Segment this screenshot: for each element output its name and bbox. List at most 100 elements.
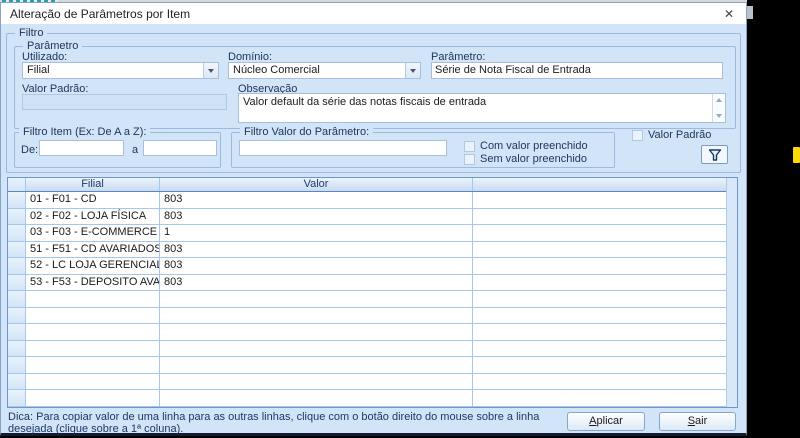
observacao-scrollbar[interactable] xyxy=(712,94,725,122)
table-row[interactable] xyxy=(8,324,737,341)
dominio-value: Núcleo Comercial xyxy=(233,64,403,76)
table-row[interactable] xyxy=(8,308,737,325)
filial-cell xyxy=(26,374,160,390)
row-selector-cell[interactable] xyxy=(8,341,26,357)
valor-cell: 1 xyxy=(160,225,473,241)
checkbox-label: Valor Padrão xyxy=(648,129,711,141)
valor-cell xyxy=(160,324,473,340)
filial-cell: 52 - LC LOJA GERENCIAL xyxy=(26,258,160,274)
table-row[interactable]: 53 - F53 - DEPOSITO AVARIADOS803 xyxy=(8,275,737,292)
row-selector-cell[interactable] xyxy=(8,192,26,208)
dominio-combobox[interactable]: Núcleo Comercial xyxy=(228,62,421,79)
aplicar-accelerator: A xyxy=(589,415,596,427)
extra-cell xyxy=(473,209,737,225)
filial-cell xyxy=(26,308,160,324)
extra-cell xyxy=(473,390,737,406)
filtro-valor-input[interactable] xyxy=(239,140,447,156)
valor-cell xyxy=(160,390,473,406)
filtro-item-a-input[interactable] xyxy=(143,140,217,156)
row-selector-cell[interactable] xyxy=(8,390,26,406)
checkbox-box[interactable] xyxy=(464,154,475,165)
table-row[interactable]: 01 - F01 - CD803 xyxy=(8,192,737,209)
valor-cell: 803 xyxy=(160,275,473,291)
dialog-title: Alteração de Parâmetros por Item xyxy=(10,7,190,21)
filial-cell: 01 - F01 - CD xyxy=(26,192,160,208)
scroll-up-icon[interactable] xyxy=(716,98,722,102)
extra-cell xyxy=(473,242,737,258)
filial-cell xyxy=(26,291,160,307)
row-selector-cell[interactable] xyxy=(8,291,26,307)
filial-cell xyxy=(26,324,160,340)
filtro-valor-groupbox-label: Filtro Valor do Parâmetro: xyxy=(240,126,373,138)
table-row[interactable] xyxy=(8,374,737,391)
extra-cell xyxy=(473,341,737,357)
filter-funnel-icon xyxy=(708,148,722,162)
chevron-down-icon[interactable] xyxy=(405,63,420,78)
utilizado-combobox[interactable]: Filial xyxy=(22,62,219,79)
a-label: a xyxy=(132,144,138,156)
table-row[interactable] xyxy=(8,390,737,407)
aplicar-button[interactable]: Aplicar xyxy=(567,412,645,431)
table-vertical-scrollbar[interactable] xyxy=(726,178,737,407)
apply-filter-button[interactable] xyxy=(701,145,728,164)
filtro-groupbox-label: Filtro xyxy=(15,27,47,39)
filial-cell: 03 - F03 - E-COMMERCE xyxy=(26,225,160,241)
valor-column-header[interactable]: Valor xyxy=(160,178,473,191)
table-row[interactable]: 52 - LC LOJA GERENCIAL803 xyxy=(8,258,737,275)
table-row[interactable]: 02 - F02 - LOJA FÍSICA803 xyxy=(8,209,737,226)
table-row[interactable] xyxy=(8,291,737,308)
filial-cell xyxy=(26,357,160,373)
row-selector-cell[interactable] xyxy=(8,209,26,225)
row-selector-cell[interactable] xyxy=(8,374,26,390)
valor-padrao-checkbox[interactable]: Valor Padrão xyxy=(632,130,732,141)
scroll-down-icon[interactable] xyxy=(716,114,722,118)
observacao-textarea[interactable]: Valor default da série das notas fiscais… xyxy=(238,93,726,123)
filtro-item-de-input[interactable] xyxy=(39,140,124,156)
extra-column-header xyxy=(473,178,737,191)
valor-cell xyxy=(160,374,473,390)
parameters-table[interactable]: Filial Valor 01 - F01 - CD80302 - F02 - … xyxy=(7,177,738,408)
sem-valor-preenchido-checkbox[interactable]: Sem valor preenchido xyxy=(464,154,604,165)
yellow-marker xyxy=(793,147,800,163)
checkbox-box[interactable] xyxy=(464,141,475,152)
row-selector-cell[interactable] xyxy=(8,225,26,241)
hint-text: Dica: Para copiar valor de uma linha par… xyxy=(8,411,564,435)
row-selector-cell[interactable] xyxy=(8,308,26,324)
checkbox-box[interactable] xyxy=(632,130,643,141)
extra-cell xyxy=(473,357,737,373)
valor-cell xyxy=(160,341,473,357)
checkbox-label: Sem valor preenchido xyxy=(480,153,587,165)
parametro-field[interactable]: Série de Nota Fiscal de Entrada xyxy=(431,62,723,79)
extra-cell xyxy=(473,192,737,208)
filial-cell: 53 - F53 - DEPOSITO AVARIADOS xyxy=(26,275,160,291)
table-row[interactable]: 51 - F51 - CD AVARIADOS803 xyxy=(8,242,737,259)
dialog-titlebar[interactable]: Alteração de Parâmetros por Item ✕ xyxy=(1,3,746,24)
filial-column-header[interactable]: Filial xyxy=(26,178,160,191)
row-selector-cell[interactable] xyxy=(8,275,26,291)
com-valor-preenchido-checkbox[interactable]: Com valor preenchido xyxy=(464,141,604,152)
valor-cell xyxy=(160,291,473,307)
observacao-text: Valor default da série das notas fiscais… xyxy=(243,96,709,108)
table-row[interactable]: 03 - F03 - E-COMMERCE1 xyxy=(8,225,737,242)
screen-background: Alteração de Parâmetros por Item ✕ Filtr… xyxy=(0,0,800,438)
sair-button[interactable]: Sair xyxy=(659,412,736,431)
sair-label-rest: air xyxy=(695,415,707,427)
chevron-down-icon[interactable] xyxy=(203,63,218,78)
filial-cell: 02 - F02 - LOJA FÍSICA xyxy=(26,209,160,225)
extra-cell xyxy=(473,291,737,307)
filial-cell xyxy=(26,341,160,357)
checkbox-label: Com valor preenchido xyxy=(480,140,588,152)
row-selector-cell[interactable] xyxy=(8,258,26,274)
extra-cell xyxy=(473,258,737,274)
row-selector-cell[interactable] xyxy=(8,324,26,340)
valor-cell xyxy=(160,308,473,324)
table-row[interactable] xyxy=(8,357,737,374)
row-selector-cell[interactable] xyxy=(8,242,26,258)
row-selector-cell[interactable] xyxy=(8,357,26,373)
valor-cell: 803 xyxy=(160,209,473,225)
extra-cell xyxy=(473,225,737,241)
close-icon[interactable]: ✕ xyxy=(721,6,737,22)
table-header-row: Filial Valor xyxy=(8,178,737,192)
table-row[interactable] xyxy=(8,341,737,358)
filtro-item-groupbox-label: Filtro Item (Ex: De A a Z): xyxy=(19,126,150,138)
